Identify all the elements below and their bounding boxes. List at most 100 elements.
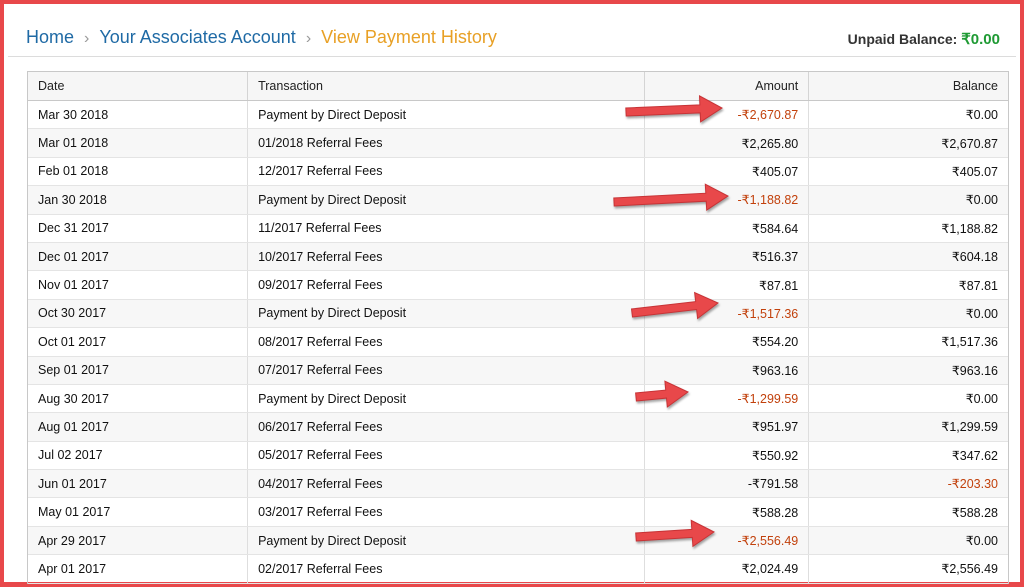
table-row: Jul 02 2017 05/2017 Referral Fees ₹550.92 ₹… — [28, 441, 1008, 471]
cell-date: Dec 01 2017 — [28, 242, 249, 272]
cell-date: Jun 01 2017 — [28, 469, 249, 499]
cell-balance: ₹1,188.82 — [808, 214, 1008, 243]
table-row: Apr 29 2017 Payment by Direct Deposit -₹2,… — [28, 526, 1008, 556]
breadcrumb-account-link[interactable]: Your Associates Account — [99, 27, 295, 47]
unpaid-balance-value: ₹0.00 — [961, 31, 1000, 48]
cell-transaction: 11/2017 Referral Fees — [247, 214, 645, 243]
cell-transaction: 03/2017 Referral Fees — [247, 497, 645, 527]
cell-balance: ₹963.16 — [808, 356, 1008, 385]
cell-balance: ₹1,299.59 — [808, 412, 1008, 442]
table-row: Apr 01 2017 02/2017 Referral Fees ₹2,024.4… — [28, 554, 1008, 584]
cell-amount: ₹516.37 — [644, 242, 810, 272]
breadcrumb-separator: › — [84, 30, 90, 47]
cell-transaction: 08/2017 Referral Fees — [247, 327, 645, 357]
unpaid-balance: Unpaid Balance: ₹0.00 — [848, 30, 1000, 48]
unpaid-balance-label: Unpaid Balance: — [847, 31, 958, 47]
cell-balance: ₹87.81 — [808, 270, 1008, 300]
cell-balance: ₹0.00 — [808, 299, 1008, 329]
cell-date: Aug 30 2017 — [28, 384, 249, 414]
payment-history-table-container: Date Transaction Amount Balance Mar 30 2… — [27, 71, 1009, 584]
cell-balance: ₹588.28 — [808, 497, 1008, 527]
table-row: Aug 30 2017 Payment by Direct Deposit -₹1,… — [28, 384, 1008, 414]
cell-amount: -₹1,299.59 — [644, 384, 810, 414]
cell-amount: -₹791.58 — [644, 469, 810, 499]
cell-amount: ₹87.81 — [644, 270, 810, 300]
table-row: Dec 31 2017 11/2017 Referral Fees ₹584.64 ₹… — [28, 214, 1008, 243]
table-row: Mar 01 2018 01/2018 Referral Fees ₹2,265.8… — [28, 128, 1008, 158]
cell-date: Jan 30 2018 — [28, 185, 249, 215]
page-header: Home › Your Associates Account › View Paymen… — [8, 8, 1016, 57]
breadcrumb: Home › Your Associates Account › View Paymen… — [26, 27, 497, 48]
cell-amount: ₹554.20 — [644, 327, 810, 357]
cell-amount: ₹2,024.49 — [644, 554, 810, 584]
cell-date: Dec 31 2017 — [28, 214, 249, 243]
column-header-balance[interactable]: Balance — [808, 72, 1008, 101]
cell-date: Nov 01 2017 — [28, 270, 249, 300]
column-header-amount[interactable]: Amount — [644, 72, 810, 101]
cell-transaction: Payment by Direct Deposit — [247, 384, 645, 414]
table-row: Feb 01 2018 12/2017 Referral Fees ₹405.07 ₹… — [28, 157, 1008, 187]
cell-transaction: 10/2017 Referral Fees — [247, 242, 645, 272]
cell-balance: ₹405.07 — [808, 157, 1008, 187]
cell-amount: -₹1,188.82 — [644, 185, 810, 215]
column-header-transaction[interactable]: Transaction — [247, 72, 645, 101]
cell-date: Apr 01 2017 — [28, 554, 249, 584]
cell-balance: ₹0.00 — [808, 526, 1008, 556]
table-row: Oct 01 2017 08/2017 Referral Fees ₹554.20 ₹… — [28, 327, 1008, 357]
table-row: Jun 01 2017 04/2017 Referral Fees -₹791.58… — [28, 469, 1008, 499]
cell-amount: ₹584.64 — [644, 214, 810, 243]
breadcrumb-current: View Payment History — [321, 27, 497, 47]
table-body: Mar 30 2018 Payment by Direct Deposit -₹2,… — [28, 100, 1008, 584]
cell-balance: ₹0.00 — [808, 384, 1008, 414]
cell-balance: ₹0.00 — [808, 185, 1008, 215]
cell-transaction: 04/2017 Referral Fees — [247, 469, 645, 499]
cell-transaction: Payment by Direct Deposit — [247, 299, 645, 329]
cell-transaction: 05/2017 Referral Fees — [247, 441, 645, 471]
cell-date: Aug 01 2017 — [28, 412, 249, 442]
payment-history-table: Date Transaction Amount Balance Mar 30 2… — [28, 72, 1008, 584]
cell-amount: ₹588.28 — [644, 497, 810, 527]
table-row: Oct 30 2017 Payment by Direct Deposit -₹1,… — [28, 299, 1008, 329]
cell-transaction: Payment by Direct Deposit — [247, 526, 645, 556]
cell-date: Oct 01 2017 — [28, 327, 249, 357]
cell-amount: ₹951.97 — [644, 412, 810, 442]
cell-date: Oct 30 2017 — [28, 299, 249, 329]
cell-amount: ₹550.92 — [644, 441, 810, 471]
cell-date: Apr 29 2017 — [28, 526, 249, 556]
cell-balance: ₹2,556.49 — [808, 554, 1008, 584]
table-row: Dec 01 2017 10/2017 Referral Fees ₹516.37 ₹… — [28, 242, 1008, 272]
table-row: May 01 2017 03/2017 Referral Fees ₹588.28 ₹… — [28, 497, 1008, 527]
cell-balance: ₹604.18 — [808, 242, 1008, 272]
cell-date: Feb 01 2018 — [28, 157, 249, 187]
cell-balance: ₹0.00 — [808, 100, 1008, 130]
cell-transaction: 02/2017 Referral Fees — [247, 554, 645, 584]
cell-transaction: Payment by Direct Deposit — [247, 185, 645, 215]
table-row: Nov 01 2017 09/2017 Referral Fees ₹87.81 ₹8… — [28, 270, 1008, 300]
cell-transaction: 09/2017 Referral Fees — [247, 270, 645, 300]
cell-amount: ₹963.16 — [644, 356, 810, 385]
cell-date: Jul 02 2017 — [28, 441, 249, 471]
cell-balance: -₹203.30 — [808, 469, 1008, 499]
table-row: Mar 30 2018 Payment by Direct Deposit -₹2,… — [28, 100, 1008, 130]
cell-transaction: 06/2017 Referral Fees — [247, 412, 645, 442]
table-row: Sep 01 2017 07/2017 Referral Fees ₹963.16 ₹… — [28, 356, 1008, 385]
cell-date: Mar 01 2018 — [28, 128, 249, 158]
cell-balance: ₹1,517.36 — [808, 327, 1008, 357]
table-row: Jan 30 2018 Payment by Direct Deposit -₹1,… — [28, 185, 1008, 215]
table-header-row: Date Transaction Amount Balance — [28, 72, 1008, 101]
cell-transaction: 12/2017 Referral Fees — [247, 157, 645, 187]
screenshot-frame: Home › Your Associates Account › View Paymen… — [0, 0, 1024, 587]
cell-amount: ₹2,265.80 — [644, 128, 810, 158]
cell-balance: ₹2,670.87 — [808, 128, 1008, 158]
cell-transaction: Payment by Direct Deposit — [247, 100, 645, 130]
cell-amount: -₹2,556.49 — [644, 526, 810, 556]
cell-date: Sep 01 2017 — [28, 356, 249, 385]
cell-balance: ₹347.62 — [808, 441, 1008, 471]
cell-amount: -₹2,670.87 — [644, 100, 810, 130]
cell-amount: -₹1,517.36 — [644, 299, 810, 329]
table-row: Aug 01 2017 06/2017 Referral Fees ₹951.97 ₹… — [28, 412, 1008, 442]
cell-amount: ₹405.07 — [644, 157, 810, 187]
breadcrumb-home-link[interactable]: Home — [26, 27, 74, 47]
breadcrumb-separator: › — [305, 30, 312, 47]
column-header-date[interactable]: Date — [28, 72, 249, 101]
